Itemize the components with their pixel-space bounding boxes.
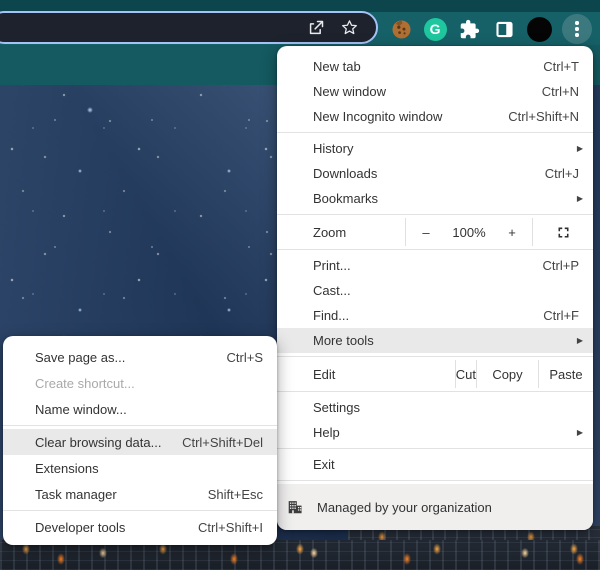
shortcut-label: Ctrl+Shift+Del	[182, 434, 263, 450]
shortcut-label: Ctrl+T	[543, 59, 579, 74]
menu-divider	[277, 214, 593, 215]
menu-item-label: Developer tools	[35, 519, 126, 535]
menu-item-edit: Edit Cut Copy Paste	[277, 360, 593, 388]
side-panel-icon[interactable]	[492, 16, 518, 42]
zoom-out-button[interactable]: –	[406, 218, 446, 246]
menu-item-label: Task manager	[35, 486, 117, 502]
shortcut-label: Ctrl+F	[543, 308, 579, 323]
zoom-level: 100%	[452, 224, 486, 240]
menu-item-label: Cast...	[313, 283, 351, 298]
profile-avatar[interactable]	[527, 16, 553, 42]
grammarly-extension-icon[interactable]: G	[423, 17, 447, 41]
copy-button[interactable]: Copy	[476, 360, 538, 388]
menu-item-label: Extensions	[35, 460, 99, 476]
menu-item-print[interactable]: Print... Ctrl+P	[277, 253, 593, 278]
address-bar[interactable]	[0, 11, 378, 44]
menu-item-cast[interactable]: Cast...	[277, 278, 593, 303]
menu-item-label: Save page as...	[35, 349, 126, 365]
cookie-extension-icon[interactable]	[388, 16, 414, 42]
shortcut-label: Shift+Esc	[207, 486, 263, 502]
menu-item-label: Clear browsing data...	[35, 434, 162, 450]
menu-item-label: Print...	[313, 258, 351, 273]
menu-item-label: Find...	[313, 308, 350, 323]
menu-item-find[interactable]: Find... Ctrl+F	[277, 303, 593, 328]
menu-divider	[277, 448, 593, 449]
menu-divider	[277, 356, 593, 357]
zoom-label: Zoom	[313, 224, 347, 240]
menu-item-label: Exit	[313, 457, 335, 472]
zoom-in-button[interactable]: +	[492, 218, 532, 246]
shortcut-label: Ctrl+P	[542, 258, 579, 273]
menu-item-label: New Incognito window	[313, 109, 443, 124]
menu-item-label: Name window...	[35, 401, 127, 417]
submenu-arrow-icon: ▶	[576, 144, 583, 153]
menu-item-label: Bookmarks	[313, 191, 379, 206]
managed-label: Managed by your organization	[317, 499, 492, 515]
shortcut-label: Ctrl+S	[226, 349, 263, 365]
menu-item-managed[interactable]: Managed by your organization	[277, 484, 593, 530]
bookmark-star-icon[interactable]	[339, 17, 360, 38]
submenu-arrow-icon: ▶	[576, 336, 583, 345]
submenu-divider	[3, 510, 277, 511]
menu-item-new-window[interactable]: New window Ctrl+N	[277, 79, 593, 104]
menu-divider	[277, 480, 593, 481]
three-dot-menu-button[interactable]	[561, 14, 592, 44]
more-tools-submenu: Save page as... Ctrl+S Create shortcut... N…	[3, 336, 277, 545]
shortcut-label: Ctrl+Shift+I	[197, 519, 263, 535]
menu-divider	[277, 249, 593, 250]
menu-item-history[interactable]: History ▶	[277, 136, 593, 161]
submenu-item-task-manager[interactable]: Task manager Shift+Esc	[3, 481, 277, 507]
menu-item-label: Create shortcut...	[35, 375, 135, 391]
menu-item-zoom: Zoom –100% +	[277, 218, 593, 246]
menu-item-label: History	[313, 141, 354, 156]
menu-item-bookmarks[interactable]: Bookmarks ▶	[277, 186, 593, 211]
menu-item-label: More tools	[313, 333, 374, 348]
menu-item-label: Settings	[313, 400, 360, 415]
edit-label: Edit	[313, 366, 336, 382]
fullscreen-icon	[558, 227, 568, 237]
menu-divider	[277, 391, 593, 392]
menu-divider	[277, 132, 593, 133]
menu-item-new-tab[interactable]: New tab Ctrl+T	[277, 54, 593, 79]
chrome-menu: New tab Ctrl+T New window Ctrl+N New Incogni…	[277, 46, 593, 530]
submenu-item-name-window[interactable]: Name window...	[3, 396, 277, 422]
extensions-puzzle-icon[interactable]	[456, 16, 482, 42]
paste-button[interactable]: Paste	[538, 360, 593, 388]
submenu-item-create-shortcut: Create shortcut...	[3, 370, 277, 396]
menu-item-new-incognito-window[interactable]: New Incognito window Ctrl+Shift+N	[277, 104, 593, 129]
shortcut-label: Ctrl+J	[544, 166, 579, 181]
submenu-arrow-icon: ▶	[576, 194, 583, 203]
submenu-item-extensions[interactable]: Extensions	[3, 455, 277, 481]
menu-item-help[interactable]: Help ▶	[277, 420, 593, 445]
submenu-item-clear-browsing-data[interactable]: Clear browsing data... Ctrl+Shift+Del	[3, 429, 277, 455]
cut-button[interactable]: Cut	[454, 360, 476, 388]
menu-item-more-tools[interactable]: More tools ▶	[277, 328, 593, 353]
zoom-controls: –100% +	[405, 218, 532, 246]
submenu-divider	[3, 425, 277, 426]
menu-item-exit[interactable]: Exit	[277, 452, 593, 477]
menu-item-settings[interactable]: Settings	[277, 395, 593, 420]
shortcut-label: Ctrl+N	[541, 84, 579, 99]
menu-item-label: Help	[313, 425, 340, 440]
share-icon[interactable]	[305, 17, 326, 38]
shortcut-label: Ctrl+Shift+N	[508, 109, 579, 124]
menu-item-label: New tab	[313, 59, 361, 74]
menu-item-label: Downloads	[313, 166, 378, 181]
submenu-arrow-icon: ▶	[576, 428, 583, 437]
menu-item-label: New window	[313, 84, 386, 99]
submenu-item-developer-tools[interactable]: Developer tools Ctrl+Shift+I	[3, 514, 277, 540]
submenu-item-save-page-as[interactable]: Save page as... Ctrl+S	[3, 344, 277, 370]
organization-building-icon	[286, 498, 304, 516]
menu-item-downloads[interactable]: Downloads Ctrl+J	[277, 161, 593, 186]
fullscreen-button[interactable]	[532, 218, 593, 246]
